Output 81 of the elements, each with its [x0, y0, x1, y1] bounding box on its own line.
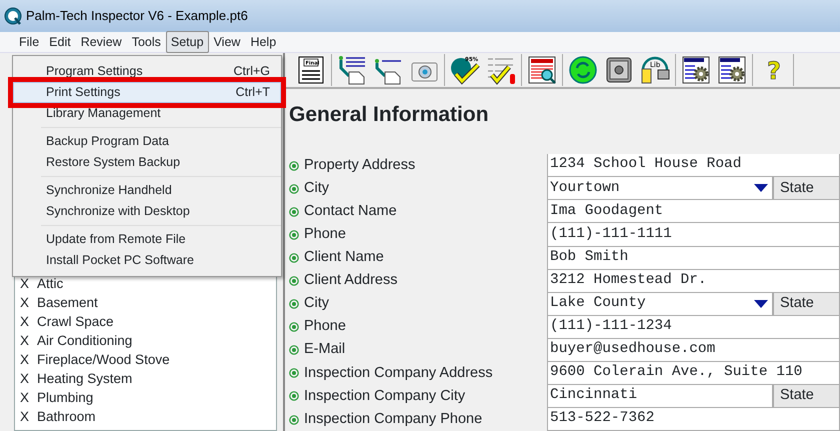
- text-field[interactable]: Ima Goodagent: [547, 200, 840, 224]
- field-label: E-Mail: [304, 340, 346, 360]
- status-mark: X: [20, 408, 30, 426]
- bullet-icon: [289, 276, 299, 286]
- field-label: City: [304, 179, 329, 198]
- bullet-icon: [289, 368, 299, 378]
- state-field[interactable]: State: [773, 292, 840, 316]
- bullet-icon: [289, 391, 299, 402]
- bullet-icon: [289, 322, 299, 332]
- field-label: Phone: [304, 225, 346, 244]
- dropdown-field[interactable]: Lake County: [547, 292, 773, 316]
- field-label: Property Address: [304, 156, 416, 175]
- field-label: Phone: [304, 317, 346, 336]
- field-label: Inspection Company Address: [304, 364, 493, 383]
- menu-item[interactable]: Tools: [126, 30, 166, 54]
- caret-icon[interactable]: [754, 300, 768, 308]
- section-item[interactable]: Attic: [37, 274, 64, 293]
- bullet-icon: [289, 230, 299, 240]
- status-mark: X: [20, 370, 30, 388]
- app-logo-icon: [4, 7, 22, 25]
- menu-item[interactable]: Library Management: [13, 103, 281, 124]
- menu-item[interactable]: Install Pocket PC Software: [13, 250, 281, 271]
- menu-item[interactable]: Review: [76, 30, 127, 54]
- section-item[interactable]: Heating System: [37, 369, 132, 388]
- dropdown-field[interactable]: Yourtown: [547, 177, 773, 200]
- bullet-icon: [289, 414, 299, 425]
- field-label: City: [304, 294, 329, 314]
- report-magnifier-icon[interactable]: [527, 55, 557, 86]
- text-field[interactable]: Bob Smith: [547, 246, 840, 270]
- section-item[interactable]: Bathroom: [37, 407, 96, 426]
- state-field[interactable]: State: [773, 384, 840, 408]
- text-field[interactable]: buyer@usedhouse.com: [547, 338, 840, 362]
- menu-item[interactable]: File: [14, 30, 44, 54]
- field-label: Inspection Company Phone: [304, 410, 482, 429]
- text-field[interactable]: (111)-111-1234: [547, 316, 840, 339]
- bullet-icon: [289, 160, 299, 171]
- status-mark: X: [20, 351, 30, 369]
- menu-item[interactable]: Edit: [44, 30, 76, 54]
- menu-item[interactable]: Program Settings Ctrl+G: [13, 61, 281, 82]
- status-mark: X: [20, 294, 30, 312]
- menu-item[interactable]: Setup: [166, 30, 209, 54]
- section-item[interactable]: Basement: [37, 293, 98, 312]
- field-label: Contact Name: [304, 202, 397, 222]
- menu-item[interactable]: Update from Remote File: [13, 229, 281, 250]
- bullet-icon: [289, 345, 299, 356]
- text-field[interactable]: 3212 Homestead Dr.: [547, 270, 840, 293]
- document-gear-icon[interactable]: [681, 55, 711, 86]
- status-mark: X: [20, 275, 30, 293]
- document-arrow-icon[interactable]: [337, 55, 367, 86]
- field-label: Inspection Company City: [304, 386, 466, 406]
- field-label: Client Name: [304, 248, 384, 268]
- bullet-icon: [289, 299, 299, 310]
- text-field[interactable]: 513-522-7362: [547, 408, 840, 431]
- refresh-icon[interactable]: [568, 55, 598, 86]
- text-field[interactable]: (111)-111-1111: [547, 223, 840, 247]
- window-title: Palm-Tech Inspector V6 - Example.pt6: [26, 7, 248, 26]
- bullet-icon: [289, 184, 299, 194]
- menu-item[interactable]: Synchronize with Desktop: [13, 201, 281, 222]
- caret-icon[interactable]: [754, 184, 768, 192]
- state-field[interactable]: State: [773, 177, 840, 200]
- menu-item[interactable]: Synchronize Handheld: [13, 180, 281, 201]
- section-item[interactable]: Plumbing: [37, 388, 94, 407]
- document-gear-icon[interactable]: [717, 55, 747, 86]
- status-mark: X: [20, 313, 30, 331]
- status-mark: X: [20, 332, 30, 350]
- menu-item[interactable]: View: [208, 30, 246, 54]
- menu-item[interactable]: Backup Program Data: [13, 131, 281, 152]
- section-heading: General Information: [289, 103, 489, 126]
- text-field[interactable]: 9600 Colerain Ave., Suite 110: [547, 362, 840, 385]
- section-item[interactable]: Crawl Space: [37, 312, 114, 331]
- field-label: Client Address: [304, 271, 398, 290]
- text-field[interactable]: Cincinnati: [547, 384, 773, 408]
- bullet-icon: [289, 253, 299, 264]
- safe-icon[interactable]: [604, 55, 634, 86]
- section-item[interactable]: Air Conditioning: [37, 331, 132, 350]
- bullet-icon: [289, 206, 299, 217]
- status-mark: X: [20, 389, 30, 407]
- menu-item[interactable]: Help: [245, 30, 282, 54]
- menu-item[interactable]: Restore System Backup: [13, 152, 281, 173]
- section-item[interactable]: Fireplace/Wood Stove: [37, 350, 170, 369]
- text-field[interactable]: 1234 School House Road: [547, 154, 840, 178]
